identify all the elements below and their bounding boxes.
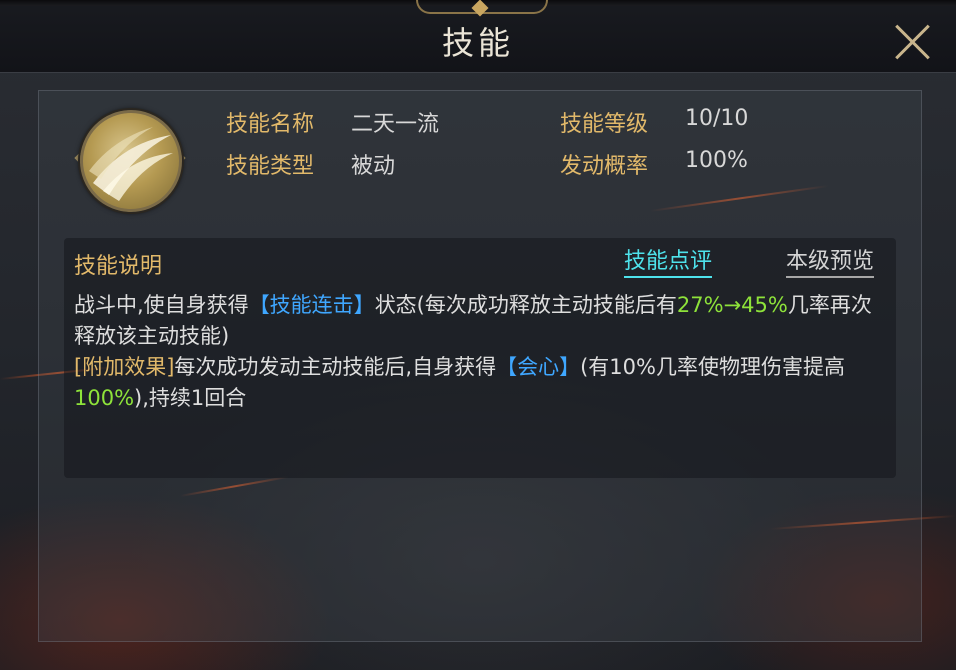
description-title: 技能说明 (74, 254, 163, 279)
sword-slash-icon (80, 110, 182, 212)
chance-value-range: 27%→45% (676, 293, 788, 317)
desc-text-segment: ),持续1回合 (134, 386, 247, 410)
keyword-skill-combo: 【技能连击】 (248, 293, 375, 317)
dialog-header: 技能 (0, 0, 956, 73)
description-text: 战斗中,使自身获得【技能连击】状态(每次成功释放主动技能后有27%→45%几率再… (74, 290, 886, 414)
tab-skill-review[interactable]: 技能点评 (624, 248, 713, 278)
skill-type-label: 技能类型 (226, 154, 315, 179)
desc-text-segment: 状态(每次成功释放主动技能后有 (374, 293, 677, 317)
skill-name-value: 二天一流 (351, 112, 440, 137)
tab-level-preview[interactable]: 本级预览 (786, 248, 875, 278)
desc-text-segment: (有10%几率使物理伤害提高 (580, 355, 845, 379)
skill-level-value: 10/10 (685, 106, 749, 131)
close-icon[interactable] (889, 19, 935, 65)
desc-text-segment: 战斗中,使自身获得 (74, 293, 249, 317)
damage-boost-value: 100% (74, 386, 135, 410)
extra-effect-tag: [附加效果] (74, 355, 175, 379)
trigger-chance-value: 100% (685, 148, 748, 173)
keyword-critical: 【会心】 (496, 355, 581, 379)
skill-type-value: 被动 (351, 154, 396, 179)
trigger-chance-label: 发动概率 (560, 154, 649, 179)
skill-name-label: 技能名称 (226, 112, 315, 137)
skill-level-label: 技能等级 (560, 112, 649, 137)
desc-text-segment: 每次成功发动主动技能后,自身获得 (174, 355, 497, 379)
dialog-title: 技能 (441, 24, 514, 62)
